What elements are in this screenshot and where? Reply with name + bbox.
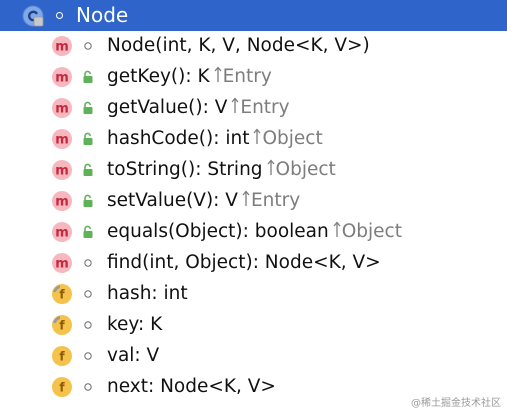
- member-label: toString(): String: [107, 159, 263, 180]
- public-icon: [83, 163, 93, 176]
- public-icon: [83, 132, 93, 145]
- method-icon: m: [52, 129, 72, 149]
- member-owner: Object: [262, 128, 323, 149]
- svg-text:f: f: [59, 350, 65, 364]
- member-signature: hashCode(): int Object: [107, 126, 323, 152]
- member-label: hash: int: [107, 283, 188, 304]
- final-field-icon: f: [52, 284, 72, 304]
- method-icon: m: [52, 67, 72, 87]
- member-label: hashCode(): int: [107, 128, 250, 149]
- member-row[interactable]: m getValue(): V Entry: [0, 93, 507, 124]
- member-signature: toString(): String Object: [107, 157, 336, 183]
- member-signature: hash: int: [107, 281, 188, 307]
- svg-text:m: m: [55, 40, 69, 55]
- inherited-arrow-icon: [253, 128, 261, 144]
- member-signature: getValue(): V Entry: [107, 95, 290, 121]
- member-row[interactable]: m Node(int, K, V, Node<K, V>): [0, 31, 507, 62]
- member-row[interactable]: m setValue(V): V Entry: [0, 186, 507, 217]
- method-icon: m: [52, 191, 72, 211]
- package-private-icon: [84, 259, 92, 267]
- public-icon: [83, 101, 93, 114]
- member-row[interactable]: f hash: int: [0, 279, 507, 310]
- inherited-arrow-icon: [231, 97, 239, 113]
- member-row[interactable]: m find(int, Object): Node<K, V>: [0, 248, 507, 279]
- package-private-icon: [84, 321, 92, 329]
- svg-text:m: m: [55, 102, 69, 117]
- member-row[interactable]: f val: V: [0, 341, 507, 372]
- public-icon: [83, 70, 93, 83]
- member-row[interactable]: m equals(Object): boolean Object: [0, 217, 507, 248]
- field-icon: f: [52, 377, 72, 397]
- member-signature: setValue(V): V Entry: [107, 188, 300, 214]
- inherited-arrow-icon: [267, 159, 275, 175]
- inherited-arrow-icon: [214, 66, 222, 82]
- member-signature: next: Node<K, V>: [107, 374, 276, 400]
- package-private-icon: [84, 290, 92, 298]
- member-signature: getKey(): K Entry: [107, 64, 272, 90]
- inherited-arrow-icon: [242, 190, 250, 206]
- member-owner: Object: [275, 159, 336, 180]
- member-label: getKey(): K: [107, 66, 210, 87]
- method-icon: m: [52, 36, 72, 56]
- member-label: next: Node<K, V>: [107, 376, 276, 397]
- member-label: setValue(V): V: [107, 190, 238, 211]
- member-row[interactable]: m toString(): String Object: [0, 155, 507, 186]
- class-name: Node: [76, 3, 129, 27]
- member-label: getValue(): V: [107, 97, 228, 118]
- member-owner: Object: [341, 221, 402, 242]
- svg-text:f: f: [59, 381, 65, 395]
- member-list: m Node(int, K, V, Node<K, V>) m getKey(): K…: [0, 31, 507, 403]
- member-label: key: K: [107, 314, 163, 335]
- member-label: find(int, Object): Node<K, V>: [107, 252, 381, 273]
- member-owner: Entry: [250, 190, 301, 211]
- member-owner: Entry: [240, 97, 290, 118]
- final-field-icon: f: [52, 315, 72, 335]
- svg-text:m: m: [55, 226, 69, 241]
- package-private-icon: [84, 383, 92, 391]
- svg-text:f: f: [59, 288, 65, 302]
- class-header[interactable]: Node: [0, 0, 507, 31]
- member-label: val: V: [107, 345, 160, 366]
- member-signature: Node(int, K, V, Node<K, V>): [107, 33, 370, 59]
- member-signature: find(int, Object): Node<K, V>: [107, 250, 381, 276]
- svg-text:m: m: [55, 133, 69, 148]
- member-owner: Entry: [222, 66, 272, 87]
- field-icon: f: [52, 346, 72, 366]
- member-row[interactable]: f key: K: [0, 310, 507, 341]
- package-private-icon: [56, 12, 63, 19]
- member-signature: key: K: [107, 312, 162, 338]
- method-icon: m: [52, 222, 72, 242]
- member-row[interactable]: m getKey(): K Entry: [0, 62, 507, 93]
- public-icon: [83, 194, 93, 207]
- member-label: equals(Object): boolean: [107, 221, 329, 242]
- member-signature: equals(Object): boolean Object: [107, 219, 402, 245]
- svg-text:m: m: [55, 164, 69, 179]
- watermark: @稀土掘金技术社区: [411, 398, 501, 409]
- method-icon: m: [52, 98, 72, 118]
- svg-text:f: f: [59, 319, 65, 333]
- method-icon: m: [52, 253, 72, 273]
- structure-panel: Node m Node(int, K, V, Node<K, V>) m getKey…: [0, 0, 507, 414]
- svg-text:m: m: [55, 71, 69, 86]
- member-label: Node(int, K, V, Node<K, V>): [107, 35, 370, 56]
- member-row[interactable]: m hashCode(): int Object: [0, 124, 507, 155]
- method-icon: m: [52, 160, 72, 180]
- inherited-arrow-icon: [333, 221, 341, 237]
- package-private-icon: [84, 352, 92, 360]
- class-icon: [22, 5, 44, 27]
- package-private-icon: [84, 42, 92, 50]
- member-signature: val: V: [107, 343, 159, 369]
- svg-text:m: m: [55, 257, 69, 272]
- public-icon: [83, 225, 93, 238]
- svg-text:m: m: [55, 195, 69, 210]
